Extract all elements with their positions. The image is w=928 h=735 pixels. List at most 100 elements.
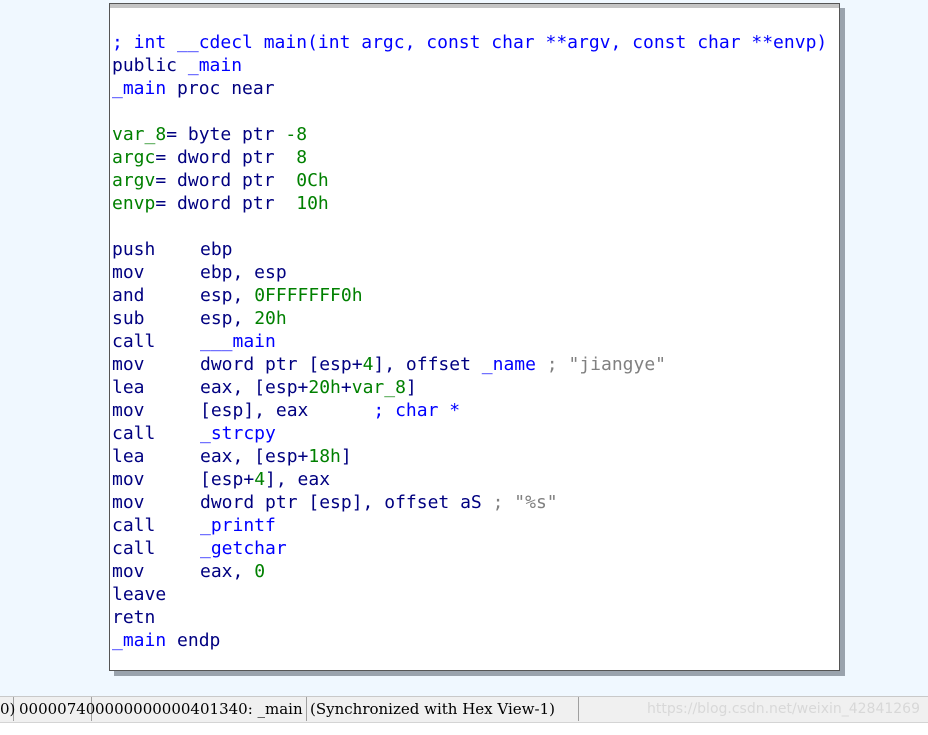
operand: ] [340, 446, 352, 467]
operand-symbol[interactable]: ___main [200, 331, 276, 352]
stack-var-name[interactable]: argc [112, 147, 155, 168]
operand: [esp], eax [200, 400, 309, 421]
mnemonic: mov [112, 492, 145, 513]
disassembly-listing[interactable]: ; int __cdecl main(int argc, const char … [112, 31, 827, 652]
code-block-node[interactable]: ; int __cdecl main(int argc, const char … [109, 3, 840, 671]
instruction-line[interactable]: call _strcpy [112, 422, 827, 445]
status-file-offset: 00000740 [16, 697, 95, 721]
stack-var-name[interactable]: argv [112, 170, 155, 191]
stack-var-0[interactable]: var_8= byte ptr -8 [112, 123, 827, 146]
endp-keyword: endp [177, 630, 221, 651]
stack-var-offset: 8 [296, 147, 308, 168]
comment: ; "%s" [481, 492, 558, 513]
stack-var-2[interactable]: argv= dword ptr 0Ch [112, 169, 827, 192]
graph-view[interactable]: ; int __cdecl main(int argc, const char … [0, 0, 928, 696]
mnemonic: sub [112, 308, 145, 329]
operand-number: 4 [254, 469, 266, 490]
operand: dword ptr [esp+ [200, 354, 363, 375]
instruction-line[interactable]: mov dword ptr [esp+4], offset _name ; "ji… [112, 353, 827, 376]
instruction-line[interactable]: mov eax, 0 [112, 560, 827, 583]
instruction-line[interactable]: sub esp, 20h [112, 307, 827, 330]
operand-number: 0 [254, 561, 266, 582]
status-sync: (Synchronized with Hex View-1) [307, 697, 579, 721]
node-titlebar[interactable] [110, 4, 839, 8]
instruction-line[interactable]: call _printf [112, 514, 827, 537]
operand-symbol[interactable]: _printf [200, 515, 276, 536]
instruction-line[interactable]: and esp, 0FFFFFFF0h [112, 284, 827, 307]
instruction-line[interactable]: mov [esp+4], eax [112, 468, 827, 491]
instruction-line[interactable]: mov [esp], eax ; char * [112, 399, 827, 422]
operand: esp, [200, 285, 255, 306]
instruction-line[interactable]: call _getchar [112, 537, 827, 560]
proc-keyword: proc near [177, 78, 275, 99]
stack-var-def: = dword ptr [155, 170, 297, 191]
mnemonic: push [112, 239, 156, 260]
operand: ebp, esp [200, 262, 287, 283]
public-directive[interactable]: public _main [112, 54, 827, 77]
signature-text: ; int __cdecl main(int argc, const char … [112, 32, 828, 53]
stack-var-1[interactable]: argc= dword ptr 8 [112, 146, 827, 169]
mnemonic: mov [112, 469, 145, 490]
proc-directive[interactable]: _main proc near [112, 77, 827, 100]
operand: ebp [200, 239, 233, 260]
mnemonic: lea [112, 377, 145, 398]
stack-var-offset: 0Ch [296, 170, 329, 191]
status-bar: 0) 00000740 0000000000401340: _main (Syn… [0, 696, 928, 723]
instruction-line[interactable]: lea eax, [esp+20h+var_8] [112, 376, 827, 399]
mnemonic: call [112, 515, 156, 536]
endp-directive[interactable]: _main endp [112, 629, 827, 652]
operand: ], eax [265, 469, 331, 490]
operand-symbol[interactable]: _name [482, 354, 536, 375]
stack-var-name[interactable]: var_8 [112, 124, 166, 145]
mnemonic: call [112, 538, 156, 559]
operand: ] [405, 377, 417, 398]
stack-var-offset: -8 [285, 124, 308, 145]
operand: eax, [200, 561, 255, 582]
function-signature-comment[interactable]: ; int __cdecl main(int argc, const char … [112, 31, 827, 54]
stack-var-3[interactable]: envp= dword ptr 10h [112, 192, 827, 215]
mnemonic: mov [112, 262, 145, 283]
operand: [esp+ [200, 469, 255, 490]
comment: ; char * [308, 400, 461, 421]
instruction-line[interactable]: call ___main [112, 330, 827, 353]
operand-var[interactable]: var_8 [352, 377, 406, 398]
public-symbol[interactable]: _main [188, 55, 242, 76]
instruction-line[interactable]: leave [112, 583, 827, 606]
mnemonic: leave [112, 584, 167, 605]
operand-symbol[interactable]: _getchar [200, 538, 287, 559]
operand-number: 4 [362, 354, 374, 375]
instruction-line[interactable]: mov ebp, esp [112, 261, 827, 284]
instruction-line[interactable]: push ebp [112, 238, 827, 261]
operand-symbol[interactable]: _strcpy [200, 423, 276, 444]
operand: dword ptr [esp], offset aS [200, 492, 482, 513]
public-keyword: public [112, 55, 178, 76]
operand: eax, [esp+ [200, 377, 309, 398]
mnemonic: call [112, 331, 156, 352]
mnemonic: mov [112, 400, 145, 421]
instruction-line[interactable]: mov dword ptr [esp], offset aS ; "%s" [112, 491, 827, 514]
stack-var-def: = dword ptr [155, 193, 297, 214]
mnemonic: mov [112, 354, 145, 375]
mnemonic: call [112, 423, 156, 444]
instruction-line[interactable]: retn [112, 606, 827, 629]
bottom-strip [0, 722, 928, 735]
instruction-line[interactable]: lea eax, [esp+18h] [112, 445, 827, 468]
operand: esp, [200, 308, 255, 329]
mnemonic: and [112, 285, 145, 306]
stack-var-def: = dword ptr [155, 147, 297, 168]
operand: ], offset [373, 354, 482, 375]
mnemonic: lea [112, 446, 145, 467]
operand-number: 20h [254, 308, 287, 329]
watermark: https://blog.csdn.net/weixin_42841269 [646, 701, 920, 717]
stack-var-name[interactable]: envp [112, 193, 155, 214]
operand: + [340, 377, 352, 398]
stack-var-offset: 10h [296, 193, 329, 214]
proc-symbol[interactable]: _main [112, 78, 166, 99]
status-address: 0000000000401340: _main [92, 697, 307, 721]
operand-number: 18h [308, 446, 341, 467]
status-segment-prev: 0) [0, 697, 15, 721]
endp-symbol[interactable]: _main [112, 630, 166, 651]
mnemonic: retn [112, 607, 156, 628]
